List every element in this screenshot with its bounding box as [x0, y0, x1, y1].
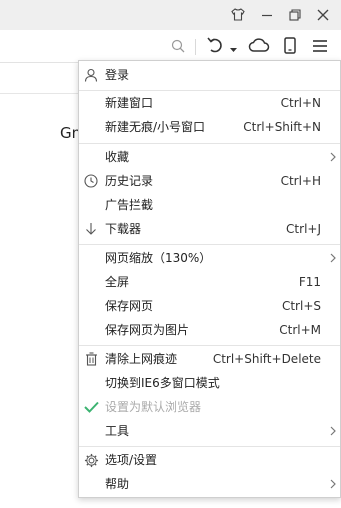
title-bar: [0, 0, 341, 30]
menu-item-new-window[interactable]: 新建窗口 Ctrl+N: [79, 92, 340, 114]
menu-item-shortcut: F11: [298, 275, 321, 289]
caret-down-icon: [229, 38, 237, 57]
menu-item-shortcut: Ctrl+Shift+Delete: [212, 352, 321, 366]
menu-item-save-as-image[interactable]: 保存网页为图片 Ctrl+M: [79, 319, 340, 341]
chevron-right-icon: [328, 476, 338, 492]
toolbar-divider: [195, 39, 196, 55]
minimize-button[interactable]: [257, 5, 277, 25]
menu-item-label: 收藏: [105, 150, 130, 164]
restore-button[interactable]: [285, 5, 305, 25]
restore-closed-tab-button[interactable]: [204, 36, 226, 58]
clock-icon: [83, 173, 99, 189]
search-button[interactable]: [168, 36, 188, 58]
menu-item-label: 设置为默认浏览器: [105, 400, 202, 414]
close-button[interactable]: [313, 5, 333, 25]
menu-item-label: 工具: [105, 424, 130, 438]
menu-item-shortcut: Ctrl+Shift+N: [243, 120, 321, 134]
menu-item-help[interactable]: 帮助: [79, 473, 340, 495]
menu-item-options[interactable]: 选项/设置: [79, 449, 340, 471]
menu-item-label: 网页缩放（130%）: [105, 251, 212, 265]
menu-item-ie6-mode[interactable]: 切换到IE6多窗口模式: [79, 372, 340, 394]
menu-item-history[interactable]: 历史记录 Ctrl+H: [79, 170, 340, 192]
menu-item-shortcut: Ctrl+M: [279, 323, 321, 337]
menu-item-downloads[interactable]: 下载器 Ctrl+J: [79, 218, 340, 240]
chevron-right-icon: [328, 149, 338, 165]
menu-item-shortcut: Ctrl+S: [281, 299, 321, 313]
menu-item-label: 历史记录: [105, 174, 154, 188]
menu-item-label: 下载器: [105, 222, 142, 236]
cloud-icon: [248, 37, 270, 57]
user-icon: [83, 67, 99, 83]
menu-item-label: 保存网页: [105, 299, 154, 313]
menu-item-new-incognito[interactable]: 新建无痕/小号窗口 Ctrl+Shift+N: [79, 116, 340, 138]
menu-item-label: 清除上网痕迹: [105, 352, 178, 366]
menu-separator: [79, 345, 340, 346]
menu-item-zoom[interactable]: 网页缩放（130%）: [79, 247, 340, 269]
main-menu: 登录 新建窗口 Ctrl+N 新建无痕/小号窗口 Ctrl+Shift+N 收藏…: [78, 60, 341, 498]
menu-item-login[interactable]: 登录: [79, 64, 340, 86]
menu-separator: [79, 244, 340, 245]
hamburger-icon: [312, 38, 328, 57]
menu-item-save-page[interactable]: 保存网页 Ctrl+S: [79, 295, 340, 317]
menu-item-shortcut: Ctrl+H: [280, 174, 321, 188]
menu-item-shortcut: Ctrl+J: [286, 222, 321, 236]
main-menu-button[interactable]: [308, 36, 332, 58]
restore-icon: [289, 6, 301, 25]
undo-dropdown-button[interactable]: [228, 36, 238, 58]
toolbar: [0, 30, 341, 63]
minimize-icon: [261, 6, 273, 25]
menu-item-set-default-browser: 设置为默认浏览器: [79, 396, 340, 418]
page-divider: [0, 93, 80, 94]
gear-icon: [83, 452, 99, 468]
skin-button[interactable]: [228, 5, 248, 25]
undo-icon: [206, 36, 224, 58]
menu-item-fullscreen[interactable]: 全屏 F11: [79, 271, 340, 293]
download-arrow-icon: [83, 221, 99, 237]
phone-icon: [284, 36, 296, 58]
menu-item-label: 登录: [105, 68, 130, 82]
menu-item-tools[interactable]: 工具: [79, 420, 340, 442]
checkmark-icon: [83, 399, 99, 415]
menu-item-favorites[interactable]: 收藏: [79, 146, 340, 168]
menu-item-label: 全屏: [105, 275, 130, 289]
menu-item-clear-traces[interactable]: 清除上网痕迹 Ctrl+Shift+Delete: [79, 348, 340, 370]
menu-item-label: 新建无痕/小号窗口: [105, 120, 206, 134]
menu-item-label: 选项/设置: [105, 453, 158, 467]
menu-item-label: 切换到IE6多窗口模式: [105, 376, 220, 390]
cloud-sync-button[interactable]: [246, 36, 272, 58]
trash-icon: [83, 351, 99, 367]
menu-item-label: 广告拦截: [105, 198, 154, 212]
menu-item-label: 新建窗口: [105, 96, 154, 110]
menu-item-shortcut: Ctrl+N: [280, 96, 321, 110]
search-icon: [171, 38, 185, 57]
menu-item-label: 保存网页为图片: [105, 323, 190, 337]
mobile-button[interactable]: [280, 36, 300, 58]
chevron-right-icon: [328, 250, 338, 266]
tshirt-icon: [231, 6, 245, 25]
chevron-right-icon: [328, 423, 338, 439]
menu-separator: [79, 446, 340, 447]
close-icon: [317, 6, 329, 25]
menu-item-adblock[interactable]: 广告拦截: [79, 194, 340, 216]
menu-item-label: 帮助: [105, 477, 130, 491]
menu-separator: [79, 90, 340, 91]
menu-separator: [79, 143, 340, 144]
browser-window: Gm 登录 新建窗口 Ctrl+N 新建无痕/小号窗口 Ctrl+Shift+N…: [0, 0, 341, 508]
